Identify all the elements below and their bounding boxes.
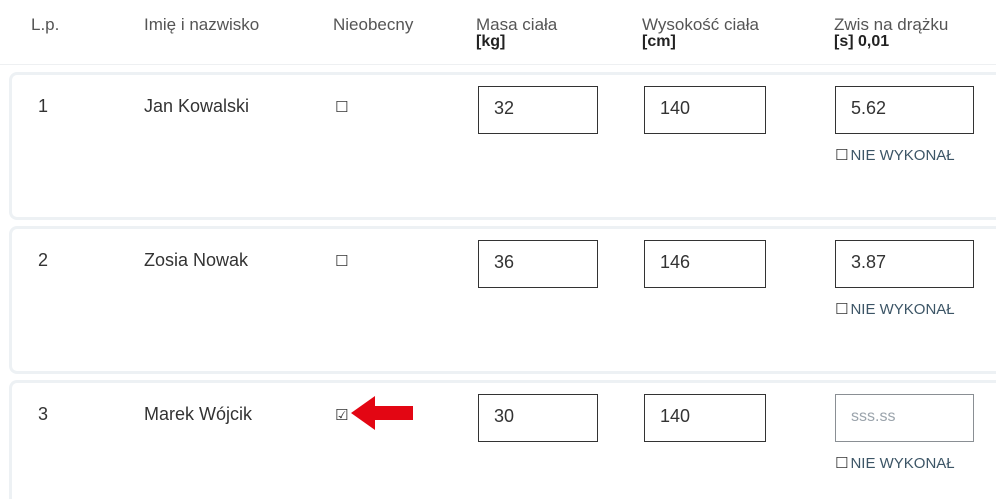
hang-time-input[interactable]: 5.62 (835, 86, 974, 134)
not-done-label: NIE WYKONAŁ (850, 455, 955, 472)
not-done-label: NIE WYKONAŁ (850, 147, 955, 164)
mass-input[interactable]: 32 (478, 86, 598, 134)
student-name: Jan Kowalski (144, 96, 250, 116)
header-lp: L.p. (31, 15, 60, 34)
header-height-unit: [cm] (642, 33, 676, 50)
not-done-option: ☐ NIE WYKONAŁ (835, 295, 955, 325)
mass-input[interactable]: 30 (478, 394, 598, 442)
header-height: Wysokość ciała [cm] (642, 15, 759, 50)
results-table: L.p. Imię i nazwisko Nieobecny Masa ciał… (0, 0, 996, 499)
not-done-option: ☐ NIE WYKONAŁ (835, 449, 955, 479)
absent-checkbox[interactable]: ☐ (335, 100, 348, 115)
header-height-label: Wysokość ciała (642, 15, 759, 34)
table-header: L.p. Imię i nazwisko Nieobecny Masa ciał… (0, 0, 996, 65)
student-name: Marek Wójcik (144, 404, 253, 424)
height-input[interactable]: 146 (644, 240, 766, 288)
not-done-checkbox[interactable]: ☐ (835, 295, 848, 325)
absent-checkbox-checked[interactable]: ☑ (335, 408, 348, 423)
header-hang-label: Zwis na drążku (834, 15, 949, 34)
row-number: 2 (38, 250, 49, 270)
height-input[interactable]: 140 (644, 394, 766, 442)
height-input[interactable]: 140 (644, 86, 766, 134)
header-hang: Zwis na drążku [s] 0,01 (834, 15, 949, 50)
mass-input[interactable]: 36 (478, 240, 598, 288)
row-number: 3 (38, 404, 49, 424)
table-row: 3 Marek Wójcik ☑ 30 140 sss.ss ☐ NIE WYKO… (9, 380, 996, 499)
header-absent: Nieobecny (333, 15, 414, 34)
header-mass-unit: [kg] (476, 33, 506, 50)
header-mass: Masa ciała [kg] (476, 15, 558, 50)
absent-checkbox[interactable]: ☐ (335, 254, 348, 269)
hang-time-input[interactable]: sss.ss (835, 394, 974, 442)
header-name: Imię i nazwisko (144, 15, 260, 34)
table-row: 2 Zosia Nowak ☐ 36 146 3.87 ☐ NIE WYKONAŁ (9, 226, 996, 374)
header-mass-label: Masa ciała (476, 15, 558, 34)
row-number: 1 (38, 96, 49, 116)
hang-time-input[interactable]: 3.87 (835, 240, 974, 288)
not-done-checkbox[interactable]: ☐ (835, 141, 848, 171)
not-done-option: ☐ NIE WYKONAŁ (835, 141, 955, 171)
red-arrow-icon (351, 396, 413, 430)
header-hang-unit: [s] 0,01 (834, 33, 890, 50)
not-done-checkbox[interactable]: ☐ (835, 449, 848, 479)
table-row: 1 Jan Kowalski ☐ 32 140 5.62 ☐ NIE WYKONA… (9, 72, 996, 220)
not-done-label: NIE WYKONAŁ (850, 301, 955, 318)
student-name: Zosia Nowak (144, 250, 249, 270)
